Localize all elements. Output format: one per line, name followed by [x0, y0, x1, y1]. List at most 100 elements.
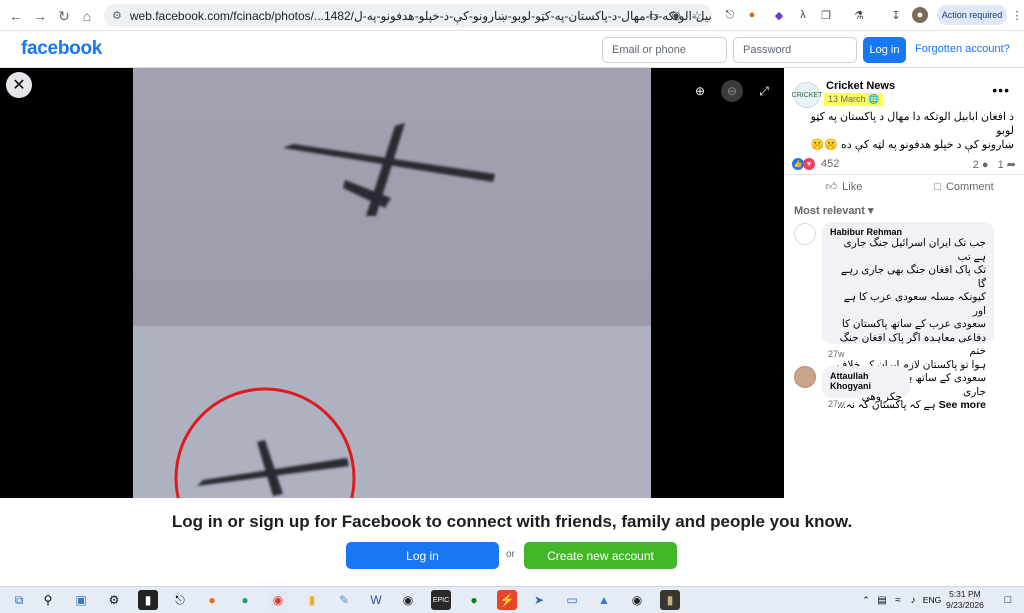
- post-date[interactable]: 13 March 🌐: [824, 93, 884, 106]
- more-options-icon[interactable]: •••: [992, 82, 1010, 98]
- commenter-avatar[interactable]: [794, 366, 816, 388]
- url-text: web.facebook.com/fcinacb/photos/...1482/…: [129, 8, 712, 23]
- taskbar: ⧉ ⚲ ▣ ⚙ ▮ ⎋ ● ● ◉ ▮ ✎ W ◉ EPIC ● ⚡ ➤ ▭ ▲…: [0, 586, 1024, 613]
- banner-login-button[interactable]: Log in: [346, 542, 499, 569]
- see-more-link[interactable]: See more: [939, 399, 986, 411]
- create-account-button[interactable]: Create new account: [524, 542, 677, 569]
- app-bolt-icon[interactable]: ⚡: [497, 590, 517, 610]
- comment-author[interactable]: Habibur Rehman: [830, 227, 986, 237]
- word-icon[interactable]: W: [366, 590, 386, 610]
- post-photo[interactable]: [133, 68, 651, 498]
- login-banner: Log in or sign up for Facebook to connec…: [0, 498, 1024, 586]
- steam-icon[interactable]: ◉: [398, 590, 418, 610]
- post-text: د افغان ابابیل الوتکه دا مهال د پاکستان …: [792, 110, 1014, 152]
- post-text-line: ښارونو کې د خپلو هدفونو په لټه کې ده 🤫🤫: [810, 139, 1014, 151]
- zoom-in-icon[interactable]: ⊕: [689, 80, 711, 102]
- install-app-icon[interactable]: ▭: [646, 7, 662, 23]
- bookmark-star-icon[interactable]: ☆: [689, 7, 705, 23]
- site-info-icon[interactable]: ⚙: [112, 9, 122, 22]
- close-icon[interactable]: ✕: [6, 72, 32, 98]
- facebook-logo[interactable]: facebook: [21, 38, 102, 60]
- chrome-icon[interactable]: ◉: [268, 590, 288, 610]
- xbox-icon[interactable]: ●: [464, 590, 484, 610]
- post-text-line: د افغان ابابیل الوتکه دا مهال د پاکستان …: [810, 111, 1014, 137]
- post-date-text: 13 March: [828, 94, 866, 104]
- extension-badge-icon[interactable]: ◆: [771, 7, 787, 23]
- email-field[interactable]: Email or phone: [602, 37, 727, 63]
- page-avatar[interactable]: CRICKET: [792, 82, 822, 108]
- drone-photo-illustration: [133, 123, 651, 498]
- app-book-icon[interactable]: ▮: [660, 590, 680, 610]
- browser-menu-icon[interactable]: ⋮: [1009, 7, 1024, 23]
- fullscreen-icon[interactable]: ⤢: [753, 80, 775, 102]
- extensions-puzzle-icon[interactable]: ❐: [818, 7, 834, 23]
- comment-button[interactable]: □ Comment: [904, 175, 1024, 198]
- sort-label: Most relevant: [794, 205, 865, 217]
- thumbs-up-icon: 👍︎: [825, 181, 838, 193]
- forgotten-account-link[interactable]: Forgotten account?: [915, 43, 1010, 55]
- password-key-icon[interactable]: ◉: [668, 7, 684, 23]
- engagement-counts: 2 ● 1 ➦: [973, 158, 1016, 171]
- back-icon[interactable]: ←: [6, 6, 26, 26]
- comment-line: سعودی عرب کے ساتھ پاکستان کا: [841, 318, 986, 330]
- file-explorer-icon[interactable]: ▮: [302, 590, 322, 610]
- settings-gear-icon[interactable]: ⚙: [104, 590, 124, 610]
- terminal-icon[interactable]: ▮: [138, 590, 158, 610]
- comment-count-icon: ●: [981, 159, 989, 171]
- comment-bubble: Habibur Rehman جب تک ایران اسرائیل جنگ ج…: [822, 222, 994, 411]
- password-field[interactable]: Password: [733, 37, 857, 63]
- address-bar[interactable]: ⚙ web.facebook.com/fcinacb/photos/...148…: [104, 4, 712, 27]
- banner-title: Log in or sign up for Facebook to connec…: [171, 512, 853, 531]
- photo-viewer: ✕ ⊕ ⊖ ⤢: [0, 68, 784, 498]
- comment-count[interactable]: 2: [973, 159, 979, 171]
- app-circle-icon[interactable]: ◉: [627, 590, 647, 610]
- extension-icon[interactable]: ●: [744, 7, 760, 23]
- forward-icon[interactable]: →: [30, 6, 50, 26]
- comment-time[interactable]: 27w: [828, 399, 845, 409]
- comment-label: Comment: [945, 180, 994, 193]
- comment-time[interactable]: 27w: [828, 349, 845, 359]
- love-reaction-icon: ♥: [803, 158, 815, 170]
- facebook-header: facebook Email or phone Password Log in …: [0, 31, 1024, 68]
- search-icon[interactable]: ⚲: [38, 590, 58, 610]
- page-name[interactable]: Cricket News: [826, 80, 895, 92]
- like-button[interactable]: 👍︎ Like: [784, 175, 904, 198]
- clock[interactable]: 5:31 PM 9/23/2026: [946, 589, 984, 611]
- home-icon[interactable]: ⌂: [77, 6, 97, 26]
- action-required-button[interactable]: Action required: [937, 5, 1007, 25]
- language-indicator[interactable]: ENG: [920, 590, 944, 610]
- reload-icon[interactable]: ↻: [54, 6, 74, 26]
- header-login-button[interactable]: Log in: [863, 37, 906, 63]
- reaction-count: 452: [821, 158, 840, 170]
- commenter-avatar[interactable]: [794, 223, 816, 245]
- reactions-summary[interactable]: 👍 ♥ 452: [792, 158, 839, 170]
- comment-author[interactable]: Attaullah Khogyani: [830, 371, 902, 391]
- task-view-icon[interactable]: ▣: [71, 590, 91, 610]
- app-document-icon[interactable]: ▭: [562, 590, 582, 610]
- like-label: Like: [842, 180, 863, 193]
- clock-date: 9/23/2026: [946, 600, 984, 610]
- post-actions: 👍︎ Like □ Comment: [784, 174, 1024, 198]
- notifications-icon[interactable]: □: [998, 590, 1018, 610]
- epic-games-icon[interactable]: EPIC: [431, 590, 451, 610]
- app-arrow-icon[interactable]: ➤: [529, 590, 549, 610]
- comment-sort-dropdown[interactable]: Most relevant ▾: [794, 204, 874, 217]
- firefox-icon[interactable]: ●: [202, 590, 222, 610]
- security-shield-icon[interactable]: ⎋: [170, 590, 190, 610]
- shield-extension-icon[interactable]: ⎋: [722, 7, 738, 23]
- comment-bubble-icon: □: [934, 180, 941, 193]
- download-icon[interactable]: ↧: [888, 7, 904, 23]
- notepad-icon[interactable]: ✎: [334, 590, 354, 610]
- extension-person-icon[interactable]: λ: [795, 7, 811, 23]
- post-panel: CRICKET Cricket News 13 March 🌐 ••• د اف…: [784, 68, 1024, 498]
- profile-avatar[interactable]: ●: [912, 7, 928, 23]
- app-network-icon[interactable]: ▲: [594, 590, 614, 610]
- edge-icon[interactable]: ●: [235, 590, 255, 610]
- zoom-out-icon[interactable]: ⊖: [721, 80, 743, 102]
- comment-line: جب تک ایران اسرائیل جنگ جاری ہے تب: [843, 237, 986, 263]
- comment-bubble: Attaullah Khogyani چکر وهی: [822, 366, 910, 403]
- share-count[interactable]: 1: [998, 159, 1004, 171]
- comment-line: تک پاک افغان جنگ بھی جاری رہے گا: [840, 264, 986, 290]
- flask-icon[interactable]: ⚗: [851, 7, 867, 23]
- windows-start-icon[interactable]: ⧉: [9, 590, 29, 610]
